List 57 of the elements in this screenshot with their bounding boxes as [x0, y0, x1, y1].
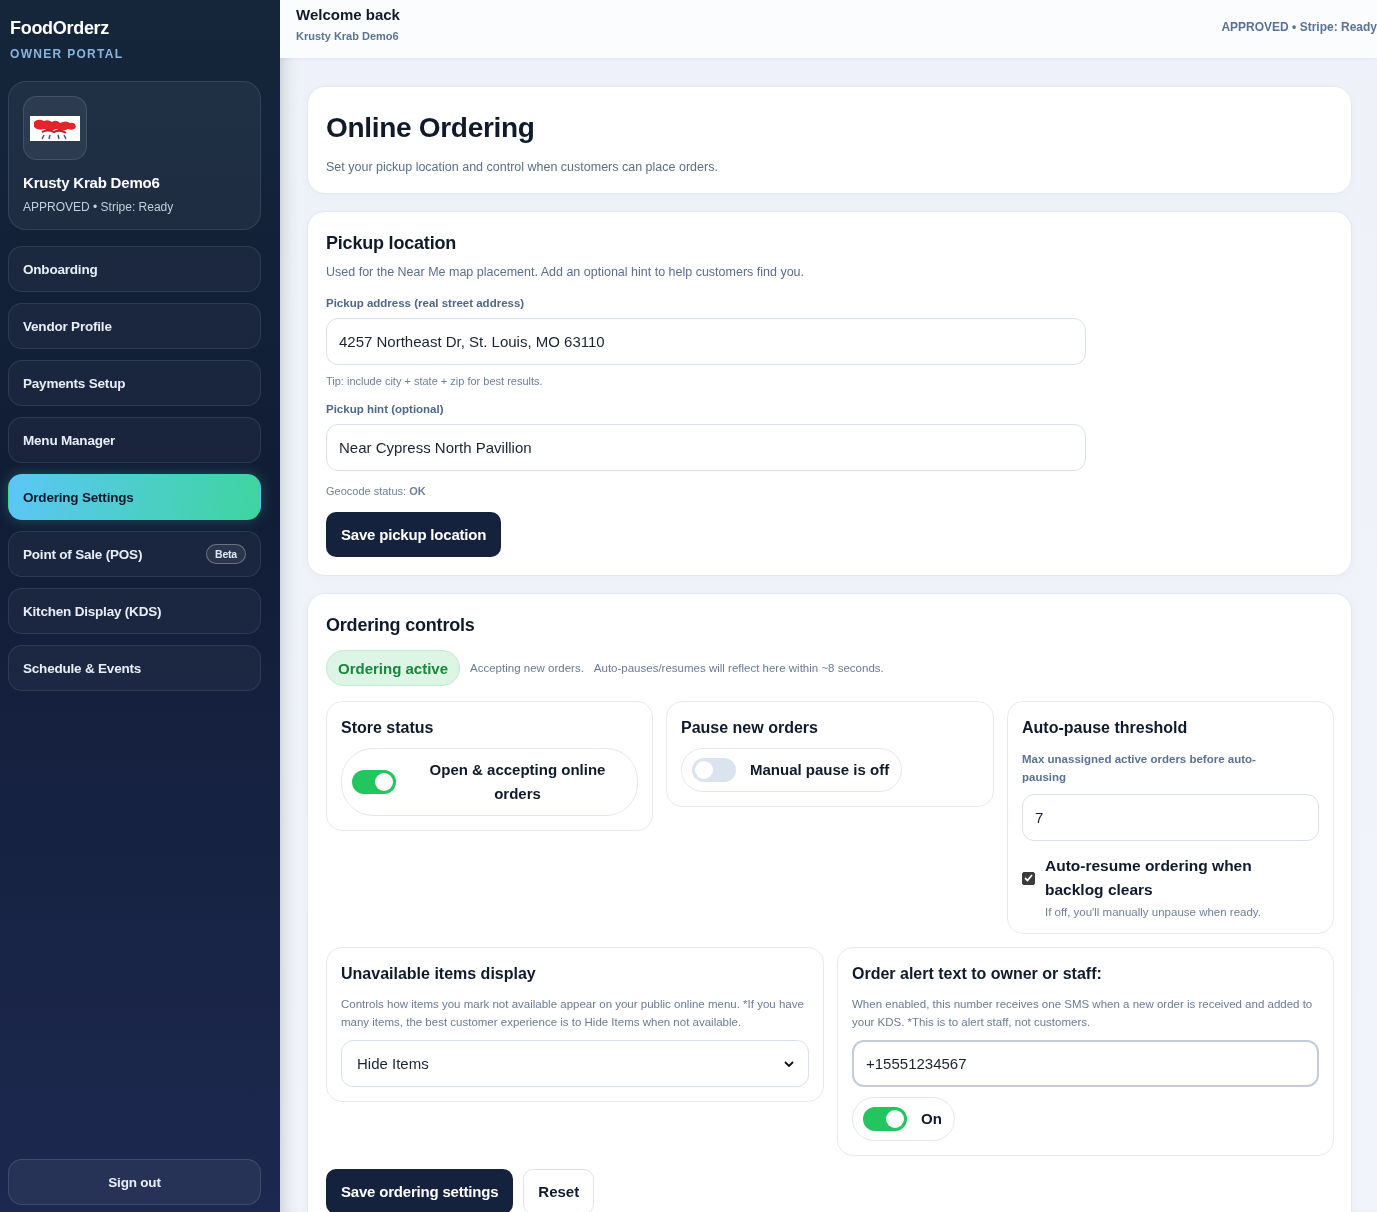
nav-item[interactable]: Payments Setup: [8, 360, 261, 406]
nav-item[interactable]: Schedule & Events: [8, 645, 261, 691]
header-vendor-name: Krusty Krab Demo6: [296, 29, 400, 43]
panel-description: When enabled, this number receives one SMS when a new order is received and added to your KDS. *This is to alert staff, not customers.: [852, 997, 1314, 1030]
beta-badge: Beta: [206, 544, 246, 564]
page-title: Online Ordering: [326, 111, 536, 145]
field-label: Pickup hint (optional): [326, 402, 445, 416]
panel-title: Pause new orders: [681, 718, 819, 738]
address-input[interactable]: 4257 Northeast Dr, St. Louis, MO 63110: [326, 318, 1086, 365]
tip-text: Tip: include city + state + zip for best results.: [326, 374, 544, 388]
save-settings-button[interactable]: Save ordering settings: [326, 1169, 514, 1212]
vendor-logo: [23, 96, 87, 160]
page-subtitle: Set your pickup location and control when customers can place orders.: [326, 159, 719, 175]
brand-name: FoodOrderz: [9, 17, 110, 39]
check-icon: [1024, 874, 1033, 882]
nav-item[interactable]: Kitchen Display (KDS): [8, 588, 261, 634]
panel-title: Unavailable items display: [341, 964, 537, 984]
reset-button[interactable]: Reset: [523, 1169, 595, 1212]
toggle-pill[interactable]: Open & accepting online orders: [341, 748, 638, 816]
chevron-down-icon: [784, 1060, 794, 1067]
section-description: Used for the Near Me map placement. Add an optional hint to help customers find you.: [326, 264, 806, 280]
phone-input[interactable]: +15551234567: [852, 1040, 1319, 1087]
nav-item[interactable]: Onboarding: [8, 246, 261, 292]
toggle-switch[interactable]: [352, 770, 396, 794]
portal-label: OWNER PORTAL: [9, 47, 125, 61]
threshold-input[interactable]: 7: [1022, 794, 1319, 841]
hint-text: If off, you'll manually unpause when ready.: [1045, 905, 1262, 919]
status-text: Accepting new orders.: [470, 661, 584, 675]
checkbox-label: Auto-resume ordering when backlog clears: [1045, 856, 1253, 900]
status-badge: Ordering active: [326, 650, 461, 686]
select-field[interactable]: Hide Items: [341, 1040, 809, 1087]
panel-title: Auto-pause threshold: [1022, 718, 1189, 738]
toggle-switch[interactable]: [863, 1107, 907, 1131]
section-title: Pickup location: [326, 232, 458, 254]
nav-item[interactable]: Point of Sale (POS) Beta: [8, 531, 261, 577]
vendor-name: Krusty Krab Demo6: [23, 173, 161, 193]
sign-out-button[interactable]: Sign out: [8, 1159, 261, 1205]
geocode-status: Geocode status: OK: [326, 484, 427, 498]
status-note: Auto-pauses/resumes will reflect here within ~8 seconds.: [593, 661, 884, 675]
panel-title: Order alert text to owner or staff:: [852, 964, 1103, 984]
nav-item[interactable]: Vendor Profile: [8, 303, 261, 349]
save-pickup-button[interactable]: Save pickup location: [326, 512, 502, 557]
vendor-status: APPROVED • Stripe: Ready: [23, 199, 175, 215]
nav-item[interactable]: Ordering Settings: [8, 474, 261, 520]
field-label: Pickup address (real street address): [326, 296, 526, 310]
field-label: Max unassigned active orders before auto-pausing: [1022, 752, 1257, 785]
checkbox[interactable]: [1022, 871, 1035, 885]
section-title: Ordering controls: [326, 614, 476, 636]
toggle-pill[interactable]: On: [852, 1097, 955, 1141]
greeting: Welcome back: [296, 6, 400, 24]
hint-input[interactable]: Near Cypress North Pavillion: [326, 424, 1086, 471]
panel-title: Store status: [341, 718, 435, 738]
toggle-switch[interactable]: [692, 758, 736, 782]
toggle-pill[interactable]: Manual pause is off: [681, 748, 903, 792]
panel-description: Controls how items you mark not available appear on your public online menu. *If you have many items, the best customer experience is to Hide Items when not available.: [341, 997, 805, 1030]
header-status: APPROVED • Stripe: Ready: [1221, 20, 1377, 34]
nav-item[interactable]: Menu Manager: [8, 417, 261, 463]
